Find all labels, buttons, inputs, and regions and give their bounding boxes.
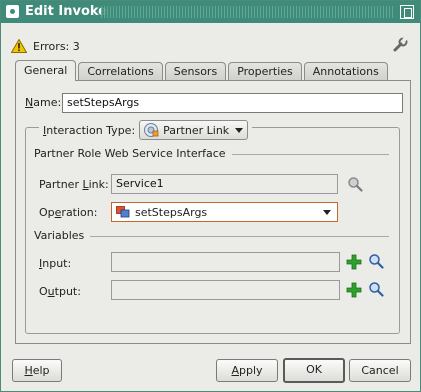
interaction-type-dropdown[interactable]: Partner Link bbox=[139, 120, 249, 140]
maximize-icon[interactable] bbox=[400, 5, 414, 19]
edit-invoke-dialog: Edit Invoke Errors: 3 General Correlatio… bbox=[0, 0, 421, 392]
variables-section-title: Variables bbox=[34, 229, 91, 242]
window-title: Edit Invoke bbox=[25, 4, 107, 19]
tab-strip: General Correlations Sensors Properties … bbox=[15, 60, 390, 81]
partner-link-icon bbox=[144, 123, 159, 137]
interaction-type-label: Interaction Type: bbox=[43, 123, 136, 137]
search-icon[interactable] bbox=[347, 176, 363, 192]
ok-button[interactable]: OK bbox=[283, 358, 345, 383]
chevron-down-icon bbox=[323, 210, 331, 215]
input-variable-field[interactable] bbox=[111, 252, 340, 272]
partner-link-field: Service1 bbox=[111, 174, 338, 194]
tab-general[interactable]: General bbox=[15, 60, 77, 81]
interaction-type-value: Partner Link bbox=[163, 123, 230, 137]
cancel-button[interactable]: Cancel bbox=[349, 359, 411, 382]
tab-properties[interactable]: Properties bbox=[228, 62, 302, 81]
tab-correlations[interactable]: Correlations bbox=[78, 62, 163, 81]
chevron-down-icon bbox=[235, 127, 244, 133]
search-icon[interactable] bbox=[368, 281, 384, 297]
title-bar-grip bbox=[101, 6, 393, 18]
search-icon[interactable] bbox=[368, 253, 384, 269]
add-icon[interactable] bbox=[346, 282, 362, 298]
add-icon[interactable] bbox=[346, 254, 362, 270]
tab-sensors[interactable]: Sensors bbox=[164, 62, 227, 81]
title-bar[interactable]: Edit Invoke bbox=[1, 1, 420, 23]
interface-separator bbox=[219, 154, 389, 155]
interface-section-title: Partner Role Web Service Interface bbox=[34, 147, 232, 160]
errors-indicator[interactable]: Errors: 3 bbox=[11, 38, 80, 54]
help-button[interactable]: Help bbox=[12, 359, 62, 382]
name-label: Name: bbox=[25, 96, 62, 109]
operation-value: setStepsArgs bbox=[135, 205, 208, 219]
operation-label: Operation: bbox=[39, 206, 98, 219]
output-label: Output: bbox=[39, 285, 81, 298]
tab-annotations[interactable]: Annotations bbox=[303, 62, 388, 81]
variables-separator bbox=[85, 236, 389, 237]
name-field[interactable]: setStepsArgs bbox=[62, 93, 403, 113]
operation-icon bbox=[116, 206, 130, 218]
partner-link-label: Partner Link: bbox=[39, 178, 109, 191]
apply-button[interactable]: Apply bbox=[216, 359, 278, 382]
wrench-icon[interactable] bbox=[392, 37, 408, 53]
errors-text: Errors: 3 bbox=[33, 39, 80, 53]
window-menu-icon[interactable] bbox=[6, 5, 19, 18]
input-label: Input: bbox=[39, 257, 72, 270]
output-variable-field[interactable] bbox=[111, 280, 340, 300]
operation-select[interactable]: setStepsArgs bbox=[111, 202, 338, 222]
interaction-type-row: Interaction Type: Partner Link bbox=[39, 120, 253, 140]
warning-icon bbox=[11, 39, 27, 53]
